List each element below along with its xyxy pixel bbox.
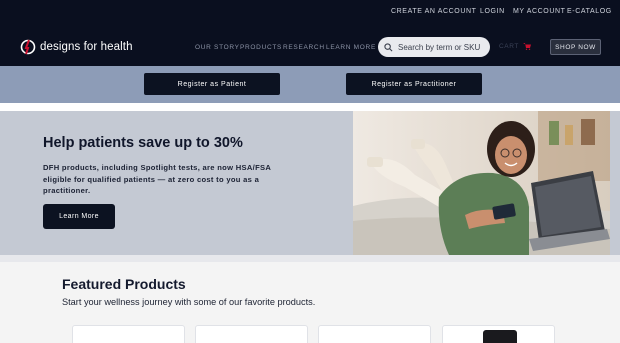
- search-placeholder: Search by term or SKU: [398, 42, 481, 52]
- nav-research[interactable]: RESEARCH: [283, 44, 325, 51]
- hero-photo: [353, 111, 610, 255]
- product-card[interactable]: [72, 325, 185, 343]
- ecatalog-link[interactable]: E-CATALOG: [567, 8, 612, 15]
- product-card[interactable]: [318, 325, 431, 343]
- nav-products[interactable]: PRODUCTS: [240, 44, 282, 51]
- featured-title: Featured Products: [62, 276, 186, 292]
- hero-title: Help patients save up to 30%: [43, 135, 243, 151]
- cart-icon: [522, 43, 531, 50]
- cart-label: CART: [499, 43, 519, 50]
- create-account-link[interactable]: CREATE AN ACCOUNT: [391, 8, 477, 15]
- section-divider: [0, 255, 620, 262]
- register-patient-button[interactable]: Register as Patient: [144, 73, 280, 95]
- utility-bar: CREATE AN ACCOUNT LOGIN MY ACCOUNT E-CAT…: [0, 0, 620, 26]
- main-navigation: designs for health OUR STORY PRODUCTS RE…: [0, 26, 620, 66]
- hero-banner: Help patients save up to 30% DFH product…: [0, 111, 620, 255]
- woman-with-laptop-image: [353, 111, 610, 255]
- product-image: [483, 330, 517, 343]
- nav-our-story[interactable]: OUR STORY: [195, 44, 240, 51]
- shop-now-button[interactable]: SHOP NOW: [550, 39, 601, 55]
- login-link[interactable]: LOGIN: [480, 8, 505, 15]
- dfh-logo-icon: [20, 39, 36, 55]
- featured-products-section: Featured Products Start your wellness jo…: [0, 262, 620, 343]
- product-card[interactable]: [195, 325, 308, 343]
- my-account-link[interactable]: MY ACCOUNT: [513, 8, 566, 15]
- nav-learn-more[interactable]: LEARN MORE: [326, 44, 376, 51]
- search-icon: [384, 42, 393, 51]
- product-card[interactable]: [442, 325, 555, 343]
- learn-more-button[interactable]: Learn More: [43, 204, 115, 229]
- section-divider: [0, 103, 620, 111]
- register-practitioner-button[interactable]: Register as Practitioner: [346, 73, 482, 95]
- brand-name: designs for health: [40, 41, 133, 53]
- search-input[interactable]: Search by term or SKU: [378, 37, 490, 57]
- cart-link[interactable]: CART: [499, 43, 531, 50]
- hero-body: DFH products, including Spotlight tests,…: [43, 163, 271, 195]
- featured-subtitle: Start your wellness journey with some of…: [62, 297, 316, 307]
- brand-logo[interactable]: designs for health: [20, 39, 133, 55]
- register-strip: Register as Patient Register as Practiti…: [0, 66, 620, 103]
